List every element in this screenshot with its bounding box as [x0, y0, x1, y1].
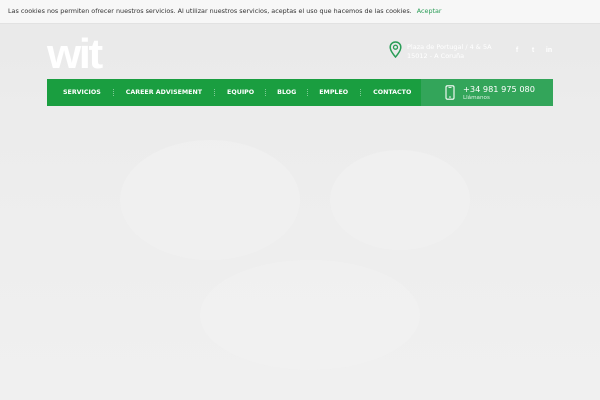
- facebook-icon[interactable]: f: [512, 46, 522, 56]
- phone-number[interactable]: +34 981 975 080: [463, 84, 535, 94]
- nav-item-blog[interactable]: BLOG: [277, 89, 296, 96]
- address-line-1: Plaza de Portugal / 4 & 5A: [407, 43, 492, 51]
- phone-icon: [445, 85, 455, 100]
- address-line-2: 15012 - A Coruña: [407, 52, 465, 60]
- nav-divider: [265, 89, 267, 96]
- map-pin-icon: [389, 41, 402, 58]
- cookie-bar: Las cookies nos permiten ofrecer nuestro…: [0, 0, 600, 24]
- cookie-accept-link[interactable]: Aceptar: [417, 7, 442, 15]
- nav-divider: [307, 89, 309, 96]
- twitter-icon[interactable]: t: [528, 46, 538, 56]
- background-shape: [200, 260, 420, 370]
- nav-divider: [112, 89, 114, 96]
- nav-item-empleo[interactable]: EMPLEO: [319, 89, 348, 96]
- background-shape: [120, 140, 300, 260]
- cookie-message-row: Las cookies nos permiten ofrecer nuestro…: [8, 7, 442, 15]
- background-shape: [330, 150, 470, 250]
- linkedin-icon[interactable]: in: [544, 46, 554, 56]
- nav-item-career-advisement[interactable]: CAREER ADVISEMENT: [126, 89, 202, 96]
- nav-item-equipo[interactable]: EQUIPO: [227, 89, 254, 96]
- nav-item-servicios[interactable]: SERVICIOS: [63, 89, 101, 96]
- phone-contact-block[interactable]: +34 981 975 080 Llámanos: [421, 79, 553, 106]
- nav-divider: [360, 89, 362, 96]
- phone-caption: Llámanos: [463, 95, 490, 101]
- main-navigation: SERVICIOS CAREER ADVISEMENT EQUIPO BLOG …: [47, 79, 425, 106]
- address-block: Plaza de Portugal / 4 & 5A 15012 - A Cor…: [389, 41, 499, 63]
- nav-divider: [214, 89, 216, 96]
- nav-item-contacto[interactable]: CONTACTO: [373, 89, 411, 96]
- site-logo[interactable]: wit: [47, 34, 103, 76]
- cookie-message: Las cookies nos permiten ofrecer nuestro…: [8, 7, 412, 15]
